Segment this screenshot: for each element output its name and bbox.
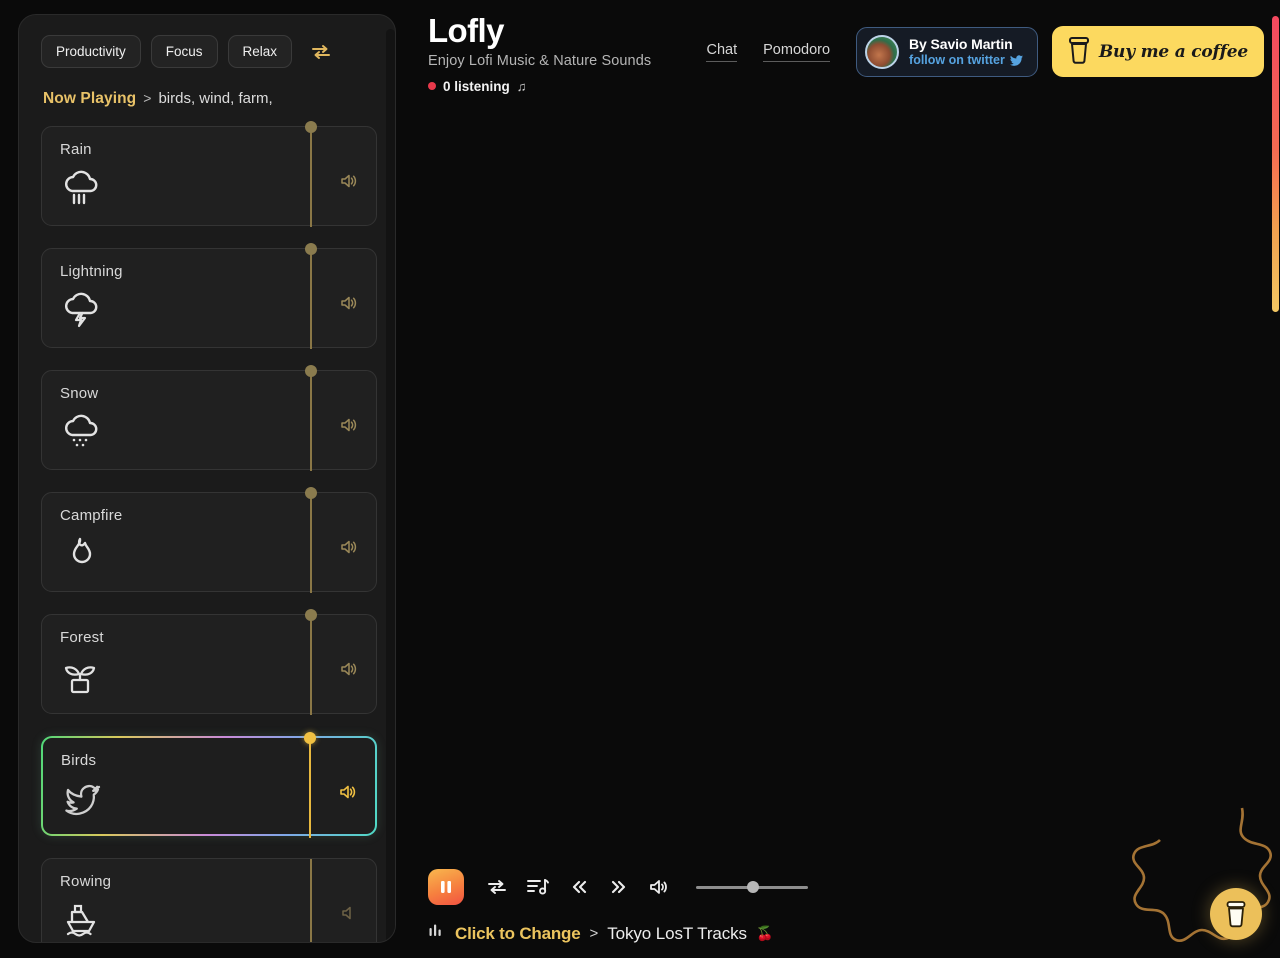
coffee-fab[interactable] <box>1210 888 1262 940</box>
tab-focus[interactable]: Focus <box>150 35 218 68</box>
shuffle-icon[interactable] <box>310 43 332 61</box>
chevron-right-icon: > <box>143 90 152 106</box>
player-controls <box>428 869 1264 905</box>
coffee-cup-icon <box>1226 901 1246 928</box>
slider-track <box>310 371 312 471</box>
now-playing-label: Now Playing <box>43 90 137 107</box>
next-button[interactable] <box>608 878 630 896</box>
previous-button[interactable] <box>568 878 590 896</box>
fast-forward-icon <box>611 880 626 894</box>
sound-card-forest[interactable]: Forest <box>41 609 377 715</box>
sound-card-rain[interactable]: Rain <box>41 121 377 227</box>
buy-me-a-coffee-button[interactable]: Buy me a coffee <box>1051 26 1264 77</box>
listening-status: 0 listening ♫ <box>428 79 1264 94</box>
now-playing-value: birds, wind, farm, <box>158 90 273 107</box>
volume-slider-rain[interactable] <box>304 119 318 235</box>
sound-card-lightning[interactable]: Lightning <box>41 243 377 349</box>
speaker-icon[interactable] <box>338 537 358 557</box>
sound-card-snow[interactable]: Snow <box>41 365 377 471</box>
tab-relax[interactable]: Relax <box>227 35 293 68</box>
volume-slider-campfire[interactable] <box>304 485 318 601</box>
speaker-icon[interactable] <box>338 293 358 313</box>
twitter-bird-icon <box>1009 54 1023 66</box>
rewind-icon <box>572 880 587 894</box>
pause-button[interactable] <box>428 869 464 905</box>
volume-knob[interactable] <box>747 881 759 893</box>
buy-me-a-coffee-label: Buy me a coffee <box>1098 41 1248 62</box>
chevron-right-icon: > <box>589 925 599 942</box>
sidebar-scroll-area[interactable]: Productivity Focus Relax Now Playing > b… <box>19 15 395 942</box>
header-link-chat[interactable]: Chat <box>706 42 738 62</box>
slider-knob[interactable] <box>305 487 317 499</box>
speaker-icon <box>650 880 667 894</box>
sidebar-scrollbar[interactable] <box>386 29 395 942</box>
volume-slider-snow[interactable] <box>304 363 318 479</box>
now-playing: Now Playing > birds, wind, farm, <box>41 90 377 108</box>
author-name: By Savio Martin <box>909 36 1013 52</box>
slider-track <box>310 249 312 349</box>
current-track[interactable]: Click to Change > Tokyo LosT Tracks 🍒 <box>428 923 1264 944</box>
sounds-sidebar: Productivity Focus Relax Now Playing > b… <box>18 14 396 943</box>
speaker-icon[interactable] <box>338 415 358 435</box>
category-tabs: Productivity Focus Relax <box>41 35 377 68</box>
track-name: Tokyo LosT Tracks <box>607 923 747 943</box>
main-content: Lofly Enjoy Lofi Music & Nature Sounds 0… <box>396 0 1280 958</box>
slider-track <box>310 127 312 227</box>
author-subtitle-text: follow on twitter <box>909 53 1005 67</box>
speaker-icon[interactable] <box>337 782 357 802</box>
speaker-muted-icon[interactable] <box>338 903 358 923</box>
app-header: Lofly Enjoy Lofi Music & Nature Sounds 0… <box>428 13 1264 104</box>
track-emoji: 🍒 <box>755 925 774 941</box>
sound-card-birds[interactable]: Birds <box>41 732 377 838</box>
music-note-icon: ♫ <box>516 78 527 94</box>
author-twitter-card[interactable]: By Savio Martin follow on twitter <box>856 26 1038 77</box>
slider-track <box>310 493 312 593</box>
playlist-music-icon <box>527 879 549 895</box>
sound-card-campfire[interactable]: Campfire <box>41 487 377 593</box>
slider-track <box>310 859 312 942</box>
tab-productivity[interactable]: Productivity <box>41 35 141 68</box>
volume-slider-forest[interactable] <box>304 607 318 723</box>
avatar <box>865 34 900 69</box>
slider-knob[interactable] <box>304 732 316 744</box>
volume-slider-birds[interactable] <box>303 730 317 846</box>
volume-slider[interactable] <box>696 879 808 895</box>
volume-slider-lightning[interactable] <box>304 241 318 357</box>
coffee-cup-icon <box>1068 36 1090 67</box>
playlist-button[interactable] <box>526 877 550 897</box>
slider-knob[interactable] <box>305 609 317 621</box>
slider-track <box>309 738 311 838</box>
equalizer-icon <box>428 923 446 944</box>
live-dot-icon <box>428 82 436 91</box>
shuffle-button[interactable] <box>486 878 508 896</box>
speaker-icon[interactable] <box>338 659 358 679</box>
mute-button[interactable] <box>648 877 670 897</box>
speaker-icon[interactable] <box>338 171 358 191</box>
slider-knob[interactable] <box>305 121 317 133</box>
slider-knob[interactable] <box>305 365 317 377</box>
shuffle-icon <box>488 880 506 894</box>
header-actions: Chat Pomodoro By Savio Martin follow on … <box>706 26 1264 77</box>
slider-track <box>310 615 312 715</box>
header-link-pomodoro[interactable]: Pomodoro <box>763 42 831 62</box>
player-bar: Click to Change > Tokyo LosT Tracks 🍒 <box>428 869 1264 944</box>
sound-card-list: Rain Lightning Snow Campfire Forest Bird… <box>41 121 377 942</box>
author-subtitle: follow on twitter <box>909 53 1023 67</box>
click-to-change-label[interactable]: Click to Change <box>455 924 581 944</box>
sound-card-rowing[interactable]: Rowing <box>41 858 377 942</box>
slider-knob[interactable] <box>305 243 317 255</box>
listening-count: 0 listening <box>443 78 510 94</box>
pause-icon <box>441 881 451 893</box>
volume-slider-rowing[interactable] <box>304 851 318 942</box>
